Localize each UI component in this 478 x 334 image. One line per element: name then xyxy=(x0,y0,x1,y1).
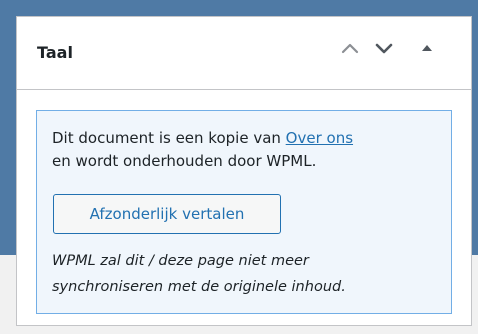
translation-notice: Dit document is een kopie van Over ons e… xyxy=(36,110,452,314)
original-document-link[interactable]: Over ons xyxy=(286,129,353,147)
chevron-down-icon[interactable] xyxy=(372,36,396,60)
caret-up-icon[interactable] xyxy=(415,36,439,60)
translate-independently-button[interactable]: Afzonderlijk vertalen xyxy=(53,194,281,234)
notice-text-prefix: Dit document is een kopie van xyxy=(52,129,286,147)
language-metabox: Taal Dit document is een kopie van Over … xyxy=(16,16,472,326)
notice-text-line2: en wordt onderhouden door WPML. xyxy=(52,152,317,170)
sync-warning-line1: WPML zal dit / deze page niet meer xyxy=(52,253,309,269)
sync-warning-line2: synchroniseren met de originele inhoud. xyxy=(52,279,346,295)
metabox-header: Taal xyxy=(17,17,471,90)
chevron-up-icon[interactable] xyxy=(338,36,362,60)
metabox-title: Taal xyxy=(37,43,73,62)
notice-message: Dit document is een kopie van Over ons e… xyxy=(52,127,442,173)
sync-warning: WPML zal dit / deze page niet meer synch… xyxy=(52,248,442,300)
